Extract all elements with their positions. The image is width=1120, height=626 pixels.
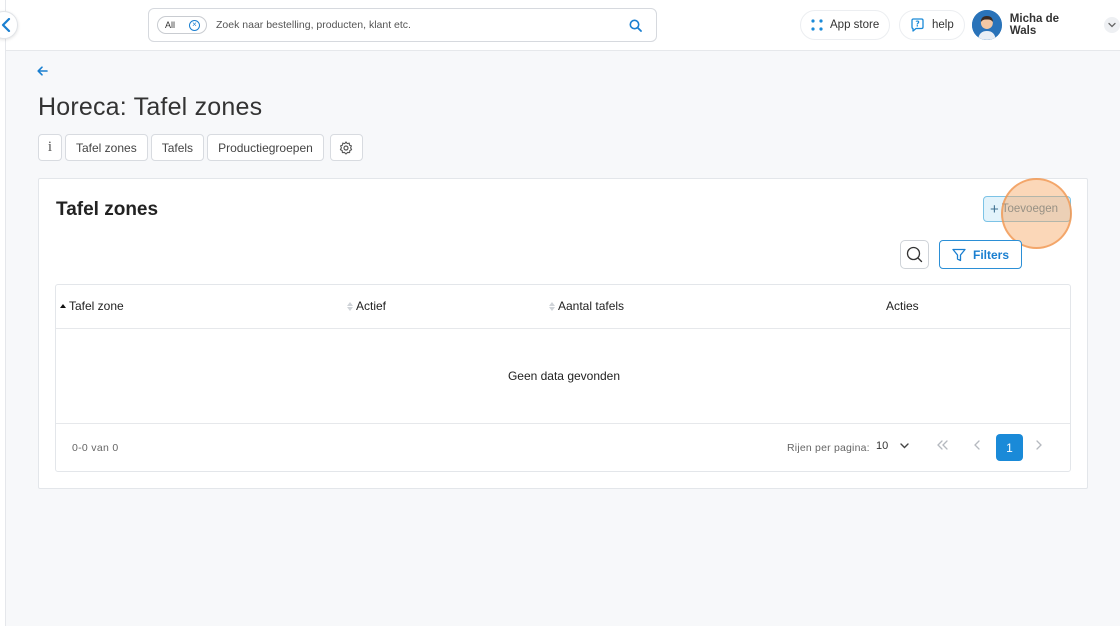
grid-dots-icon [811, 19, 823, 31]
search-scope-chip[interactable]: All × [157, 16, 208, 34]
tab-info[interactable]: i [38, 134, 62, 161]
next-page-button[interactable] [1035, 440, 1043, 450]
arrow-left-icon [37, 66, 48, 76]
chevron-down-icon[interactable] [1104, 17, 1120, 33]
tafel-zones-table: Tafel zone Actief Aantal tafels Acties G… [55, 284, 1071, 472]
rows-per-page-label: Rijen per pagina: [787, 442, 870, 454]
column-tafel-zone[interactable]: Tafel zone [60, 299, 124, 313]
tab-productiegroepen[interactable]: Productiegroepen [207, 134, 324, 161]
sort-icon [549, 301, 555, 311]
top-bar: All × App store ? help Mich [6, 0, 1120, 51]
chevron-left-icon [1, 18, 11, 32]
table-header: Tafel zone Actief Aantal tafels Acties [56, 285, 1070, 329]
user-name: Micha de Wals [1009, 13, 1060, 37]
global-search: All × [148, 8, 657, 42]
column-label: Tafel zone [69, 299, 124, 313]
filters-button[interactable]: Filters [939, 240, 1022, 269]
column-acties: Acties [886, 299, 919, 313]
add-button[interactable]: + Toevoegen [983, 196, 1071, 222]
chevron-right-icon [1036, 440, 1042, 450]
tab-tafel-zones[interactable]: Tafel zones [65, 134, 148, 161]
card-title: Tafel zones [56, 199, 159, 220]
user-menu[interactable]: Micha de Wals [972, 10, 1120, 40]
search-scope-label: All [165, 20, 176, 30]
column-actief[interactable]: Actief [347, 299, 386, 313]
app-store-button[interactable]: App store [800, 10, 891, 40]
search-icon [906, 246, 923, 263]
page-title: Horeca: Tafel zones [38, 93, 263, 121]
section-tabs: i Tafel zones Tafels Productiegroepen [38, 134, 363, 161]
double-chevron-left-icon [937, 440, 948, 450]
plus-icon: + [990, 200, 999, 218]
tab-tafels[interactable]: Tafels [150, 134, 205, 161]
page-button-current[interactable]: 1 [996, 434, 1023, 461]
add-label: Toevoegen [1001, 203, 1059, 215]
svg-text:?: ? [915, 19, 919, 28]
help-button[interactable]: ? help [899, 10, 965, 40]
sort-icon [347, 301, 353, 311]
rows-per-page-value: 10 [876, 440, 889, 452]
search-input[interactable] [216, 19, 629, 31]
column-label: Actief [356, 299, 387, 313]
help-label: help [932, 19, 954, 31]
table-footer: 0-0 van 0 Rijen per pagina: 10 1 [56, 423, 1070, 472]
tab-settings[interactable] [329, 134, 363, 161]
column-aantal-tafels[interactable]: Aantal tafels [549, 299, 624, 313]
search-icon[interactable] [629, 19, 642, 32]
help-bubble-icon: ? [911, 17, 924, 32]
gear-icon [340, 140, 353, 155]
clear-scope-icon[interactable]: × [189, 19, 201, 31]
chevron-down-icon [900, 443, 909, 449]
first-page-button[interactable] [936, 440, 949, 450]
avatar [972, 10, 1002, 40]
chevron-left-icon [974, 440, 980, 450]
back-button[interactable] [37, 66, 48, 76]
filters-label: Filters [972, 247, 1009, 262]
sidebar-strip [0, 0, 6, 626]
pagination-range: 0-0 van 0 [72, 442, 119, 454]
sort-asc-icon [60, 304, 66, 308]
rows-per-page-select[interactable]: 10 [876, 440, 909, 452]
column-label: Aantal tafels [558, 299, 625, 313]
app-store-label: App store [830, 19, 880, 31]
previous-page-button[interactable] [973, 440, 981, 450]
info-icon: i [47, 139, 53, 155]
table-search-button[interactable] [900, 240, 929, 269]
column-label: Acties [886, 299, 919, 313]
empty-state-message: Geen data gevonden [507, 369, 621, 383]
tafel-zones-card: Tafel zones + Toevoegen Filters Tafel zo… [38, 178, 1088, 489]
filter-icon [952, 248, 966, 261]
